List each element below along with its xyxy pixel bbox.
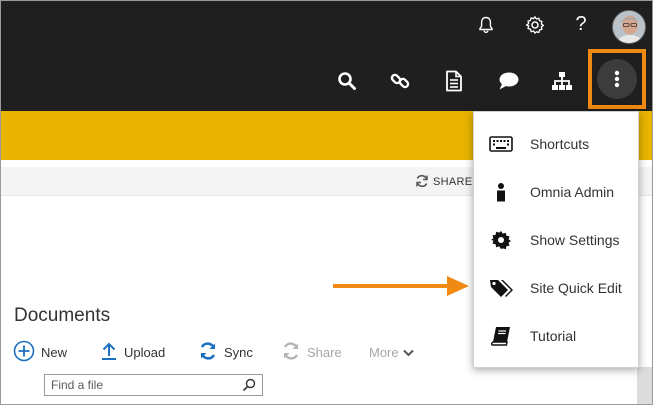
- settings-gear-icon: [488, 228, 514, 252]
- menu-item-omnia-admin[interactable]: Omnia Admin: [474, 168, 638, 216]
- search-small-icon[interactable]: [242, 378, 256, 397]
- sync-icon: [198, 341, 218, 364]
- share-sync-icon: [415, 174, 429, 191]
- add-circle-icon: [13, 340, 35, 365]
- new-label: New: [41, 344, 68, 360]
- tags-icon: [488, 276, 514, 300]
- find-file-field[interactable]: [44, 374, 263, 396]
- help-icon[interactable]: ?: [571, 11, 591, 37]
- bell-icon[interactable]: [475, 13, 497, 37]
- chat-icon[interactable]: [497, 69, 521, 93]
- upload-icon: [100, 341, 118, 364]
- top-bar: ?: [1, 1, 652, 111]
- menu-label-shortcuts: Shortcuts: [530, 136, 590, 152]
- chevron-down-icon: [402, 345, 414, 360]
- menu-item-shortcuts[interactable]: Shortcuts: [474, 120, 638, 168]
- new-button[interactable]: New: [13, 340, 68, 365]
- person-icon: [488, 180, 514, 204]
- menu-label-show-settings: Show Settings: [530, 232, 620, 248]
- menu-label-tutorial: Tutorial: [530, 328, 577, 344]
- scrollbar[interactable]: [637, 367, 652, 404]
- gear-icon[interactable]: [523, 13, 547, 37]
- upload-button[interactable]: Upload: [100, 341, 165, 363]
- search-icon[interactable]: [335, 69, 359, 93]
- menu-item-show-settings[interactable]: Show Settings: [474, 216, 638, 264]
- upload-label: Upload: [124, 344, 166, 360]
- menu-item-tutorial[interactable]: Tutorial: [474, 312, 638, 360]
- document-icon[interactable]: [443, 68, 465, 94]
- share-command[interactable]: SHARE: [415, 174, 473, 191]
- keyboard-icon: [488, 132, 514, 156]
- menu-label-omnia-admin: Omnia Admin: [530, 184, 615, 200]
- app-window: ? SHARE Documents New Upload Sync Share …: [0, 0, 653, 405]
- share-label: SHARE: [433, 176, 473, 188]
- more-label: More: [369, 344, 399, 360]
- menu-item-site-quick-edit[interactable]: Site Quick Edit: [474, 264, 638, 312]
- share-icon: [281, 341, 301, 364]
- more-menu: Shortcuts Omnia Admin Show Settings Site…: [473, 111, 639, 368]
- sync-label: Sync: [224, 344, 253, 360]
- more-button[interactable]: More: [369, 341, 414, 363]
- sync-button[interactable]: Sync: [198, 341, 253, 363]
- more-button-highlight: [588, 49, 646, 109]
- menu-label-site-quick-edit: Site Quick Edit: [530, 280, 622, 296]
- book-icon: [488, 324, 514, 348]
- avatar[interactable]: [612, 10, 646, 44]
- documents-title: Documents: [14, 305, 111, 326]
- find-file-input[interactable]: [51, 378, 231, 392]
- share-label-doc: Share: [307, 344, 342, 360]
- link-icon[interactable]: [388, 69, 412, 93]
- pointer-arrow: [333, 276, 469, 296]
- share-button[interactable]: Share: [281, 341, 342, 363]
- sitemap-icon[interactable]: [550, 69, 574, 93]
